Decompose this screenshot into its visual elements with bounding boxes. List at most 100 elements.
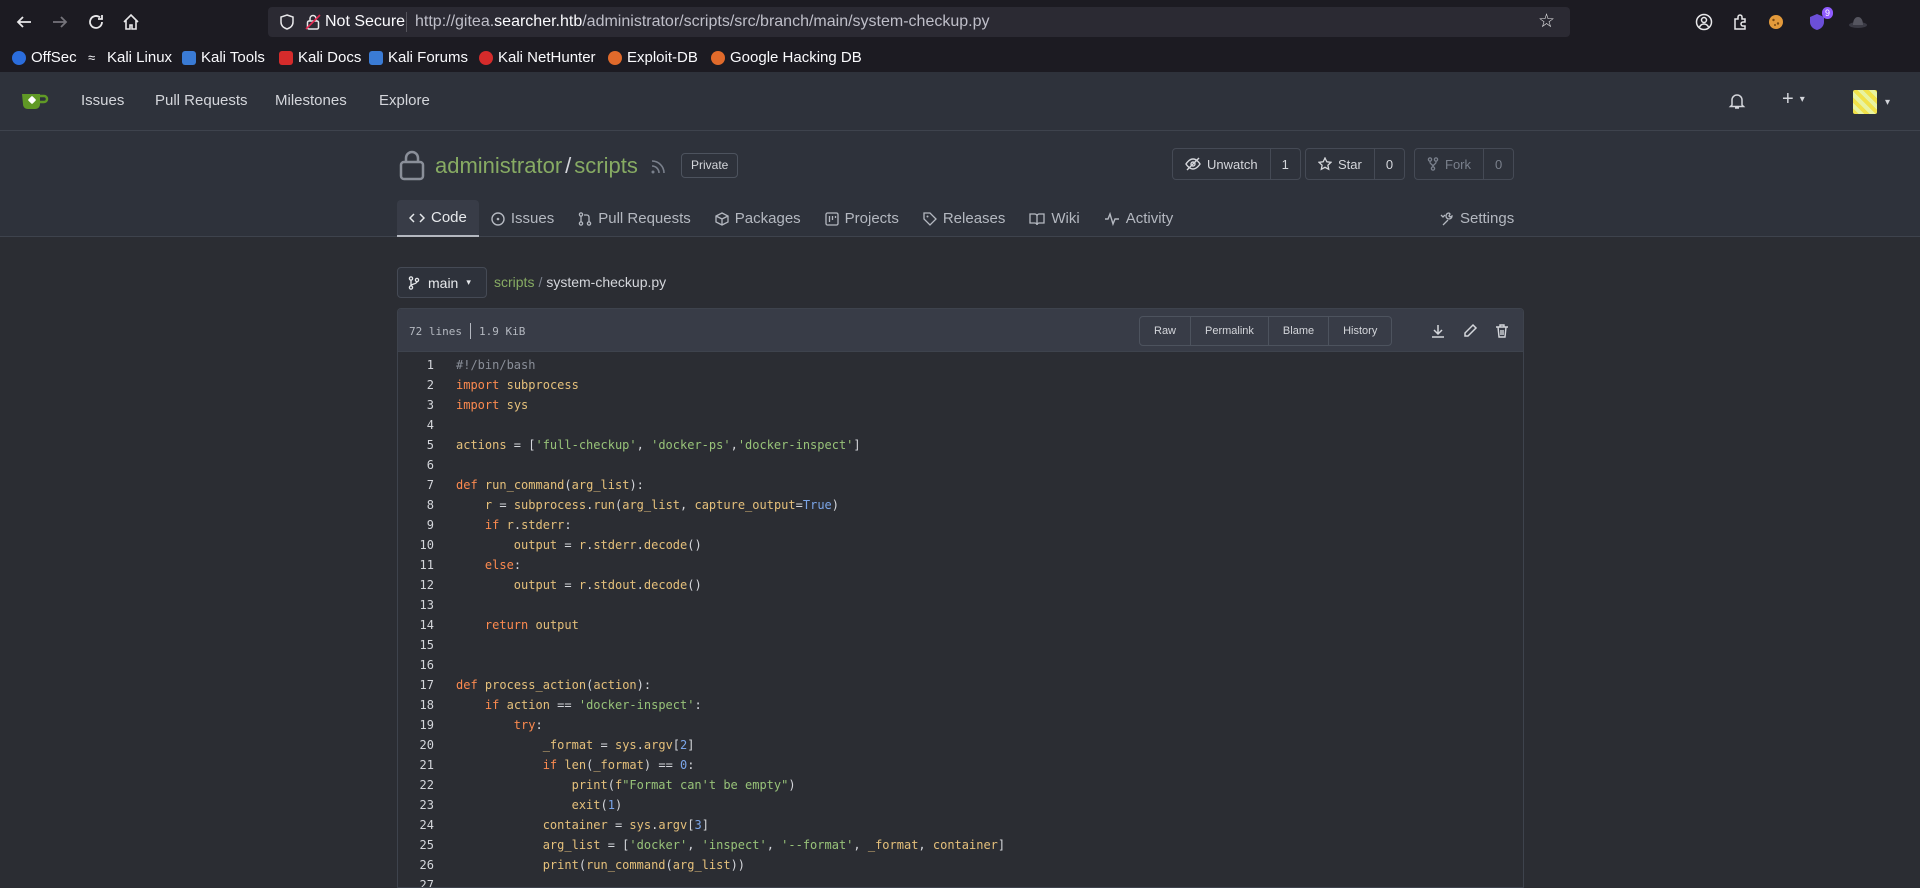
nav-explore[interactable]: Explore (379, 92, 430, 109)
watch-count[interactable]: 1 (1271, 149, 1300, 179)
line-number[interactable]: 7 (398, 475, 434, 495)
line-number[interactable]: 13 (398, 595, 434, 615)
unwatch-label: Unwatch (1207, 156, 1258, 172)
line-number[interactable]: 8 (398, 495, 434, 515)
permalink-button[interactable]: Permalink (1191, 317, 1269, 345)
line-number[interactable]: 10 (398, 535, 434, 555)
line-number[interactable]: 16 (398, 655, 434, 675)
url-text[interactable]: http://gitea.searcher.htb/administrator/… (415, 13, 989, 31)
line-number[interactable]: 6 (398, 455, 434, 475)
tab-wiki[interactable]: Wiki (1017, 200, 1091, 237)
project-icon (825, 211, 839, 226)
bookmark-kali-tools[interactable]: Kali Tools (182, 49, 265, 66)
bookmark-exploit-db[interactable]: Exploit-DB (608, 49, 698, 66)
create-new-menu[interactable]: + ▾ (1782, 88, 1805, 111)
tab-releases[interactable]: Releases (911, 200, 1018, 237)
line-number[interactable]: 11 (398, 555, 434, 575)
bookmark-label: Kali Linux (107, 49, 173, 66)
home-button[interactable] (117, 8, 145, 36)
bookmark-kali-forums[interactable]: Kali Forums (369, 49, 468, 66)
bookmark-google-hacking-db[interactable]: Google Hacking DB (711, 49, 862, 66)
back-button[interactable] (10, 8, 38, 36)
nav-milestones[interactable]: Milestones (275, 92, 347, 109)
nav-pull-requests[interactable]: Pull Requests (155, 92, 248, 109)
account-icon[interactable] (1693, 11, 1715, 33)
nav-issues[interactable]: Issues (81, 92, 124, 109)
tab-activity[interactable]: Activity (1092, 200, 1186, 237)
url-bar[interactable]: Not Secure http://gitea.searcher.htb/adm… (268, 7, 1570, 37)
code-line: 13 (398, 595, 1523, 615)
edit-pencil-icon[interactable] (1462, 323, 1478, 339)
line-number[interactable]: 25 (398, 835, 434, 855)
offsec-favicon-icon (12, 50, 26, 65)
tab-label: Packages (734, 210, 801, 227)
tab-projects[interactable]: Projects (813, 200, 911, 237)
line-number[interactable]: 21 (398, 755, 434, 775)
line-number[interactable]: 14 (398, 615, 434, 635)
file-header: 72 lines 1.9 KiB Raw Permalink Blame His… (398, 309, 1523, 352)
raw-button[interactable]: Raw (1140, 317, 1192, 345)
blame-button[interactable]: Blame (1269, 317, 1330, 345)
star-count[interactable]: 0 (1375, 149, 1404, 179)
user-menu[interactable]: ▾ (1853, 90, 1890, 114)
extensions-icon[interactable] (1729, 11, 1751, 33)
fork-group: Fork 0 (1414, 148, 1515, 180)
bookmark-offsec[interactable]: OffSec (12, 49, 77, 66)
repo-owner-link[interactable]: administrator (435, 153, 562, 178)
cookie-extension-icon[interactable] (1765, 11, 1787, 33)
caret-down-icon: ▾ (1885, 96, 1891, 108)
line-number[interactable]: 24 (398, 815, 434, 835)
tab-issues[interactable]: Issues (479, 200, 566, 237)
tab-packages[interactable]: Packages (703, 200, 813, 237)
line-number[interactable]: 19 (398, 715, 434, 735)
unwatch-button[interactable]: Unwatch (1173, 149, 1271, 179)
history-button[interactable]: History (1329, 317, 1391, 345)
fork-count[interactable]: 0 (1484, 149, 1513, 179)
star-button[interactable]: Star (1306, 149, 1375, 179)
bookmark-label: Kali NetHunter (498, 49, 596, 66)
line-number[interactable]: 26 (398, 855, 434, 875)
not-secure-label[interactable]: Not Secure (325, 13, 405, 31)
bookmark-kali-nethunter[interactable]: Kali NetHunter (479, 49, 596, 66)
breadcrumb-repo-link[interactable]: scripts (494, 274, 534, 290)
tab-pull-requests[interactable]: Pull Requests (566, 200, 703, 237)
bookmark-kali-linux[interactable]: ≈ Kali Linux (88, 49, 172, 66)
line-number[interactable]: 15 (398, 635, 434, 655)
line-number[interactable]: 23 (398, 795, 434, 815)
line-source (434, 455, 456, 475)
line-number[interactable]: 20 (398, 735, 434, 755)
branch-selector[interactable]: main ▾ (397, 267, 487, 298)
code-line: 7 def run_command(arg_list): (398, 475, 1523, 495)
line-number[interactable]: 12 (398, 575, 434, 595)
code-line: 11 else: (398, 555, 1523, 575)
repo-name-link[interactable]: scripts (574, 153, 638, 178)
gitea-logo-icon[interactable] (20, 90, 50, 112)
insecure-lock-icon[interactable] (304, 13, 322, 31)
reload-button[interactable] (82, 8, 110, 36)
line-number[interactable]: 4 (398, 415, 434, 435)
code-line: 6 (398, 455, 1523, 475)
line-number[interactable]: 2 (398, 375, 434, 395)
line-number[interactable]: 3 (398, 395, 434, 415)
notification-bell-icon[interactable] (1728, 92, 1746, 110)
line-number[interactable]: 18 (398, 695, 434, 715)
rss-feed-icon[interactable] (650, 159, 666, 175)
hat-extension-icon[interactable] (1847, 11, 1869, 33)
forward-button[interactable] (46, 8, 74, 36)
line-number[interactable]: 9 (398, 515, 434, 535)
download-icon[interactable] (1430, 323, 1446, 339)
shield-extension-icon[interactable]: 9 (1806, 7, 1833, 33)
fork-button[interactable]: Fork (1415, 149, 1484, 179)
tab-settings[interactable]: Settings (1428, 200, 1526, 237)
trash-icon[interactable] (1494, 323, 1510, 339)
bookmark-kali-docs[interactable]: Kali Docs (279, 49, 361, 66)
tools-icon (1440, 211, 1453, 225)
line-number[interactable]: 1 (398, 355, 434, 375)
tab-code[interactable]: Code (397, 200, 479, 237)
line-number[interactable]: 17 (398, 675, 434, 695)
line-number[interactable]: 5 (398, 435, 434, 455)
bookmark-star-icon[interactable]: ☆ (1538, 12, 1558, 32)
shield-icon[interactable] (278, 13, 296, 31)
line-number[interactable]: 27 (398, 875, 434, 887)
line-number[interactable]: 22 (398, 775, 434, 795)
